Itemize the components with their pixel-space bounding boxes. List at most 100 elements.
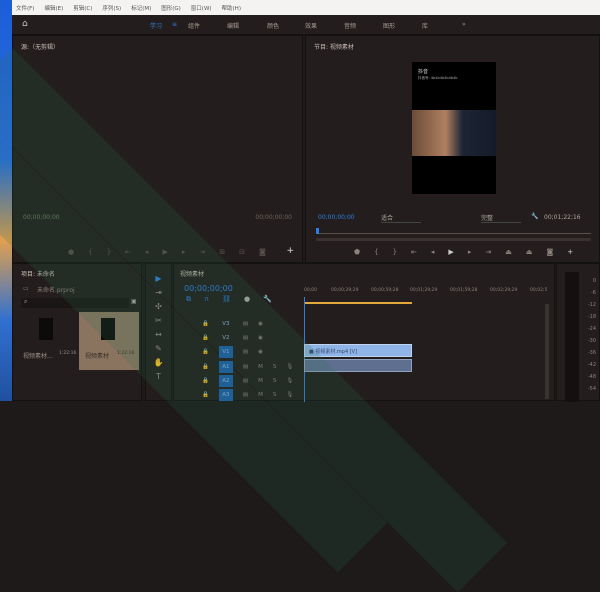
- timeline-tab[interactable]: 视频素材: [180, 269, 204, 278]
- mute-button[interactable]: M: [258, 364, 263, 370]
- go-to-out-icon[interactable]: ⇥: [485, 248, 491, 256]
- overwrite-icon[interactable]: ⊟: [239, 248, 245, 256]
- lock-icon[interactable]: 🔒: [202, 392, 209, 398]
- zoom-scrollbar[interactable]: [316, 238, 591, 241]
- export-frame-icon[interactable]: ◙: [546, 248, 553, 256]
- lock-icon[interactable]: 🔒: [202, 335, 209, 341]
- program-timecode[interactable]: 00;00;00;00: [318, 214, 355, 221]
- go-to-out-icon[interactable]: ⇥: [199, 248, 205, 256]
- step-forward-icon[interactable]: ▸: [468, 248, 472, 256]
- program-playhead[interactable]: [316, 228, 319, 234]
- workspace-audio[interactable]: 音频: [344, 21, 356, 30]
- extract-icon[interactable]: ⏏: [526, 248, 533, 256]
- program-time-ruler[interactable]: [316, 233, 591, 234]
- wrench-icon[interactable]: 🔧: [531, 213, 538, 220]
- go-to-in-icon[interactable]: ⇤: [411, 248, 417, 256]
- add-button-icon[interactable]: +: [567, 248, 573, 256]
- snap-icon[interactable]: ∩: [204, 295, 209, 304]
- nest-icon[interactable]: ⧉: [186, 295, 191, 304]
- step-forward-icon[interactable]: ▸: [182, 248, 186, 256]
- project-search-input[interactable]: ⌕: [21, 298, 129, 308]
- add-marker-icon[interactable]: ●: [244, 295, 250, 304]
- insert-icon[interactable]: ⊞: [219, 248, 225, 256]
- fit-dropdown[interactable]: 适合: [381, 213, 421, 223]
- mark-out-icon[interactable]: }: [107, 248, 111, 256]
- play-icon[interactable]: ▶: [448, 248, 453, 256]
- lock-icon[interactable]: 🔒: [202, 321, 209, 327]
- timeline-timecode[interactable]: 00;00;00;00: [184, 284, 233, 293]
- ripple-edit-tool-icon[interactable]: ✣: [155, 302, 162, 311]
- timeline-settings-icon[interactable]: 🔧: [263, 295, 272, 304]
- video-clip[interactable]: ■ 视频素材.mp4 [V]: [304, 344, 412, 357]
- workspace-assembly[interactable]: 组件: [188, 21, 200, 30]
- add-button-icon[interactable]: +: [286, 246, 294, 256]
- workspace-libraries[interactable]: 库: [422, 21, 428, 30]
- marker-icon[interactable]: ●: [68, 248, 74, 256]
- solo-button[interactable]: S: [273, 378, 277, 384]
- workspace-effects[interactable]: 效果: [305, 21, 317, 30]
- track-target[interactable]: A3: [218, 389, 233, 401]
- quality-dropdown[interactable]: 完整: [481, 213, 521, 223]
- sync-lock-icon[interactable]: ▤: [243, 321, 248, 327]
- solo-button[interactable]: S: [273, 392, 277, 398]
- project-item-selected[interactable]: 视频素材 1:22:16: [79, 312, 139, 370]
- menu-marker[interactable]: 标记(M): [131, 4, 151, 12]
- track-select-tool-icon[interactable]: ⇥: [155, 288, 162, 297]
- sync-lock-icon[interactable]: ▤: [243, 349, 248, 355]
- sync-lock-icon[interactable]: ▤: [243, 335, 248, 341]
- workspace-editing[interactable]: 编辑: [227, 21, 239, 30]
- audio-clip[interactable]: [304, 359, 412, 372]
- track-target[interactable]: V3: [219, 318, 233, 330]
- work-area-bar[interactable]: [304, 302, 412, 304]
- eye-icon[interactable]: ◉: [258, 321, 263, 327]
- lock-icon[interactable]: 🔒: [202, 364, 209, 370]
- hand-tool-icon[interactable]: ✋: [154, 358, 164, 367]
- type-tool-icon[interactable]: T: [156, 372, 161, 381]
- mute-button[interactable]: M: [258, 378, 263, 384]
- solo-button[interactable]: S: [273, 364, 277, 370]
- home-icon[interactable]: ⌂: [22, 19, 28, 29]
- marker-icon[interactable]: ⬟: [354, 248, 360, 256]
- lock-icon[interactable]: 🔒: [202, 378, 209, 384]
- track-target[interactable]: V1: [218, 346, 233, 358]
- step-back-icon[interactable]: ◂: [431, 248, 435, 256]
- lock-icon[interactable]: 🔒: [202, 349, 209, 355]
- menu-window[interactable]: 窗口(W): [191, 4, 212, 12]
- project-item[interactable]: 视频素材... 1:22:16: [21, 312, 81, 370]
- export-frame-icon[interactable]: ◙: [259, 248, 266, 256]
- menu-sequence[interactable]: 序列(S): [102, 4, 121, 12]
- workspace-color[interactable]: 颜色: [267, 21, 279, 30]
- source-timecode[interactable]: 00;00;00;00: [23, 214, 60, 221]
- menu-help[interactable]: 帮助(H): [222, 4, 241, 12]
- new-bin-icon[interactable]: ▣: [131, 298, 137, 305]
- timeline-vertical-scrollbar[interactable]: [545, 304, 549, 399]
- selection-tool-icon[interactable]: ▶: [155, 274, 161, 283]
- track-target[interactable]: A2: [218, 375, 233, 387]
- mic-icon[interactable]: 🎙: [286, 364, 293, 370]
- eye-icon[interactable]: ◉: [258, 335, 263, 341]
- sync-lock-icon[interactable]: ▤: [243, 378, 248, 384]
- lift-icon[interactable]: ⏏: [505, 248, 512, 256]
- mark-out-icon[interactable]: }: [393, 248, 397, 256]
- menu-file[interactable]: 文件(F): [16, 4, 34, 12]
- track-target[interactable]: A1: [218, 361, 233, 373]
- sync-lock-icon[interactable]: ▤: [243, 392, 248, 398]
- step-back-icon[interactable]: ◂: [145, 248, 149, 256]
- pen-tool-icon[interactable]: ✎: [155, 344, 162, 353]
- mute-button[interactable]: M: [258, 392, 263, 398]
- menu-clip[interactable]: 剪辑(C): [73, 4, 92, 12]
- menu-edit[interactable]: 编辑(E): [44, 4, 63, 12]
- eye-icon[interactable]: ◉: [258, 349, 263, 355]
- mark-in-icon[interactable]: {: [374, 248, 378, 256]
- razor-tool-icon[interactable]: ✂: [155, 316, 162, 325]
- workspace-graphics[interactable]: 图形: [383, 21, 395, 30]
- workspace-learn[interactable]: 学习: [150, 21, 162, 30]
- mic-icon[interactable]: 🎙: [286, 392, 293, 398]
- slip-tool-icon[interactable]: ↔: [155, 330, 162, 339]
- mic-icon[interactable]: 🎙: [286, 378, 293, 384]
- sync-lock-icon[interactable]: ▤: [243, 364, 248, 370]
- mark-in-icon[interactable]: {: [88, 248, 92, 256]
- menu-graphics[interactable]: 图形(G): [161, 4, 181, 12]
- go-to-in-icon[interactable]: ⇤: [125, 248, 131, 256]
- play-icon[interactable]: ▶: [162, 248, 167, 256]
